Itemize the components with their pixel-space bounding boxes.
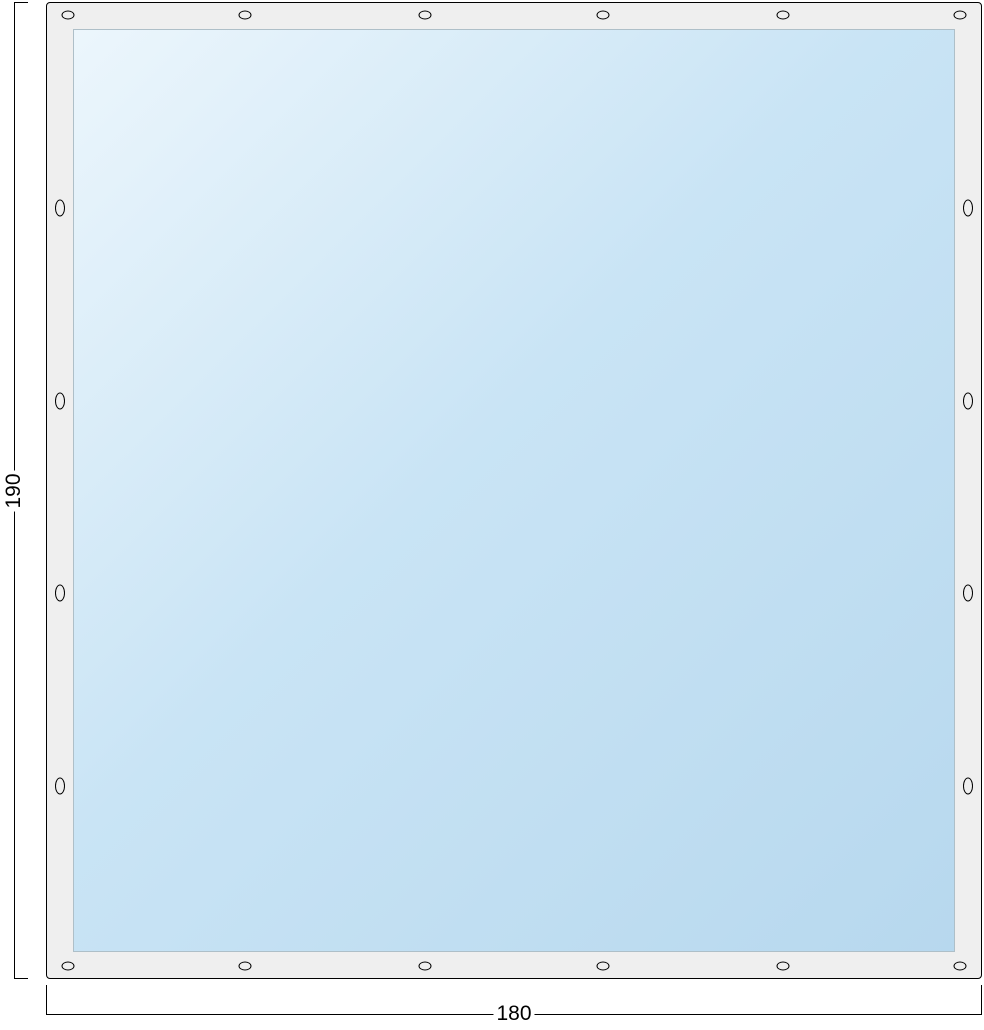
grommet-icon [55, 778, 65, 795]
grommet-icon [954, 11, 967, 20]
dimension-tick [981, 985, 982, 1014]
grommet-icon [597, 962, 610, 971]
dimension-tick [14, 978, 28, 979]
dimension-height-label: 190 [2, 470, 26, 511]
grommet-icon [597, 11, 610, 20]
grommet-icon [963, 200, 973, 217]
grommet-icon [419, 962, 432, 971]
grommet-icon [963, 585, 973, 602]
grommet-icon [55, 200, 65, 217]
grommet-icon [777, 11, 790, 20]
grommet-icon [62, 962, 75, 971]
grommet-icon [954, 962, 967, 971]
grommet-icon [62, 11, 75, 20]
grommet-icon [239, 962, 252, 971]
dimension-tick [46, 985, 47, 1014]
grommet-icon [963, 778, 973, 795]
diagram-stage: 180 190 [0, 0, 984, 1030]
tarp-panel [73, 29, 955, 952]
dimension-tick [14, 2, 28, 3]
grommet-icon [777, 962, 790, 971]
grommet-icon [55, 393, 65, 410]
grommet-icon [963, 393, 973, 410]
grommet-icon [419, 11, 432, 20]
dimension-width-label: 180 [493, 1002, 534, 1026]
grommet-icon [239, 11, 252, 20]
grommet-icon [55, 585, 65, 602]
